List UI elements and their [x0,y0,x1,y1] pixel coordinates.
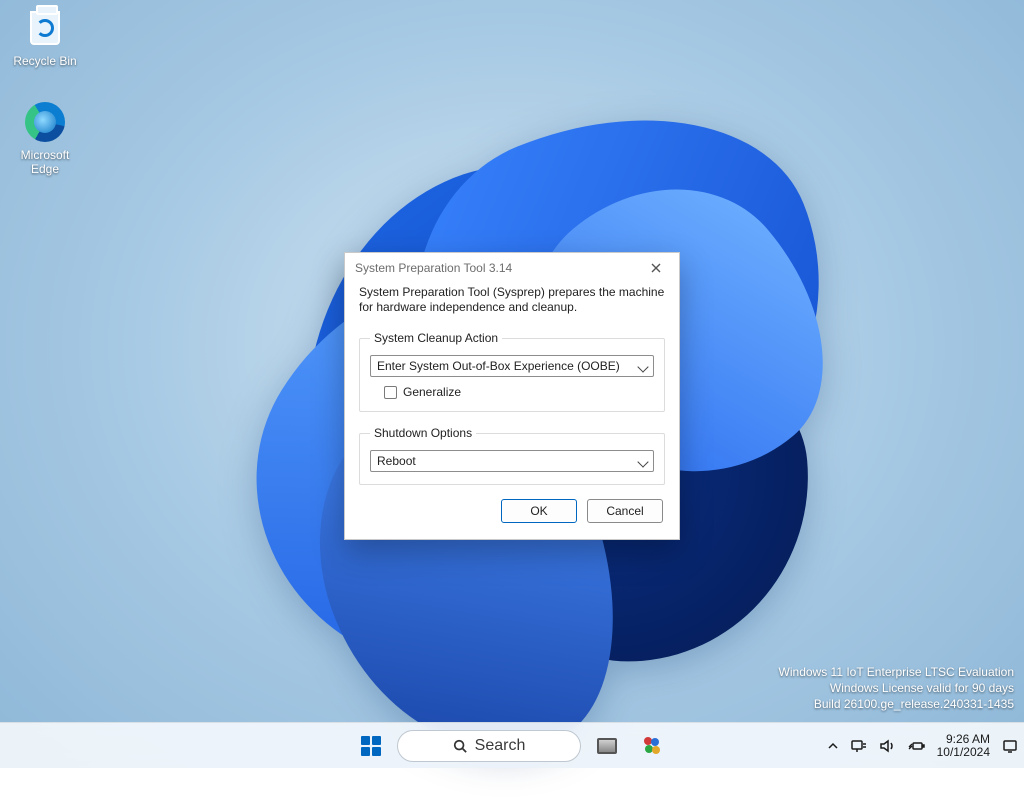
select-value: Reboot [377,454,416,468]
sysprep-icon [644,737,662,755]
chevron-down-icon [637,456,648,467]
shutdown-options-group: Shutdown Options Reboot [359,426,665,485]
recycle-bin-icon [23,6,67,50]
volume-icon[interactable] [879,738,895,754]
desktop-icon-recycle-bin[interactable]: Recycle Bin [6,6,84,68]
search-placeholder: Search [475,737,526,755]
sysprep-dialog: System Preparation Tool 3.14 System Prep… [344,252,680,540]
desktop-watermark: Windows 11 IoT Enterprise LTSC Evaluatio… [779,664,1014,712]
desktop[interactable]: Recycle Bin Microsoft Edge Windows 11 Io… [0,0,1024,768]
network-icon[interactable] [851,738,867,754]
cleanup-action-select[interactable]: Enter System Out-of-Box Experience (OOBE… [370,355,654,377]
desktop-icon-edge[interactable]: Microsoft Edge [6,100,84,176]
generalize-checkbox[interactable]: Generalize [384,385,654,399]
group-legend: System Cleanup Action [370,331,502,345]
group-legend: Shutdown Options [370,426,476,440]
system-cleanup-group: System Cleanup Action Enter System Out-o… [359,331,665,412]
taskbar-app-sysprep[interactable] [633,727,673,765]
clock-date: 10/1/2024 [937,746,990,759]
dialog-title: System Preparation Tool 3.14 [355,261,639,275]
taskview-icon [597,738,617,754]
close-icon [651,263,661,273]
taskbar-search[interactable]: Search [397,730,581,762]
battery-icon[interactable] [907,740,925,752]
search-icon [453,739,467,753]
chevron-down-icon [637,361,648,372]
taskbar-app-taskview[interactable] [587,727,627,765]
desktop-icon-label: Microsoft Edge [6,148,84,176]
dialog-description: System Preparation Tool (Sysprep) prepar… [359,285,665,315]
tray-overflow-button[interactable] [827,740,839,752]
start-button[interactable] [351,727,391,765]
windows-logo-icon [361,736,381,756]
checkbox-label: Generalize [403,385,461,399]
close-button[interactable] [639,257,673,279]
notifications-icon[interactable] [1002,738,1018,754]
ok-button[interactable]: OK [501,499,577,523]
system-tray: 9:26 AM 10/1/2024 [827,733,1018,759]
select-value: Enter System Out-of-Box Experience (OOBE… [377,359,620,373]
shutdown-option-select[interactable]: Reboot [370,450,654,472]
dialog-titlebar[interactable]: System Preparation Tool 3.14 [345,253,679,283]
taskbar-clock[interactable]: 9:26 AM 10/1/2024 [937,733,990,759]
checkbox-box [384,386,397,399]
taskbar: Search 9:26 AM 10/1/2024 [0,722,1024,768]
edge-icon [23,100,67,144]
clock-time: 9:26 AM [937,733,990,746]
cancel-button[interactable]: Cancel [587,499,663,523]
desktop-icon-label: Recycle Bin [6,54,84,68]
